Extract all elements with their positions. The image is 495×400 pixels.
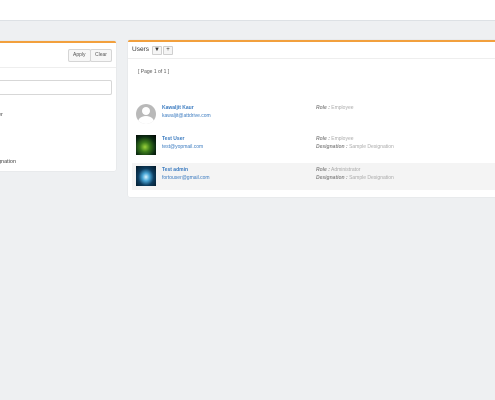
user-role: Role : Employee [316, 136, 354, 142]
user-name-link[interactable]: Test User [162, 136, 184, 142]
filter-option-employee[interactable]: er [0, 112, 3, 118]
filter-panel: Apply Clear er gnation [0, 41, 116, 171]
user-name-link[interactable]: Test admin [162, 167, 188, 173]
user-email-link[interactable]: test@yopmail.com [162, 144, 203, 150]
pagination-info: [ Page 1 of 1 ] [138, 69, 170, 75]
filter-divider [0, 67, 116, 68]
default-avatar-icon [136, 104, 156, 124]
user-row[interactable]: Test admin fortouser@gmail.com Role : Ad… [132, 163, 495, 190]
user-photo-avatar [136, 166, 156, 186]
filter-option-designation[interactable]: gnation [0, 159, 16, 165]
filter-search-input[interactable] [0, 80, 112, 95]
users-panel-header: Users ▼ + [128, 42, 495, 59]
user-role: Role : Employee [316, 105, 354, 111]
user-email-link[interactable]: kawaljit@attdrive.com [162, 113, 211, 119]
add-user-icon[interactable]: + [163, 46, 173, 55]
apply-button[interactable]: Apply [68, 49, 91, 62]
clear-button[interactable]: Clear [90, 49, 112, 62]
filter-icon[interactable]: ▼ [152, 46, 162, 55]
user-row[interactable]: Kawaljit Kaur kawaljit@attdrive.com Role… [132, 101, 495, 128]
user-designation: Designation : Sample Designation [316, 175, 394, 181]
top-bar [0, 0, 495, 21]
users-panel-title: Users [132, 46, 149, 53]
user-email-link[interactable]: fortouser@gmail.com [162, 175, 210, 181]
user-role: Role : Administrator [316, 167, 361, 173]
user-name-link[interactable]: Kawaljit Kaur [162, 105, 194, 111]
user-designation: Designation : Sample Designation [316, 144, 394, 150]
user-photo-avatar [136, 135, 156, 155]
user-row[interactable]: Test User test@yopmail.com Role : Employ… [132, 132, 495, 159]
users-panel: Users ▼ + [ Page 1 of 1 ] Kawaljit Kaur … [128, 40, 495, 197]
